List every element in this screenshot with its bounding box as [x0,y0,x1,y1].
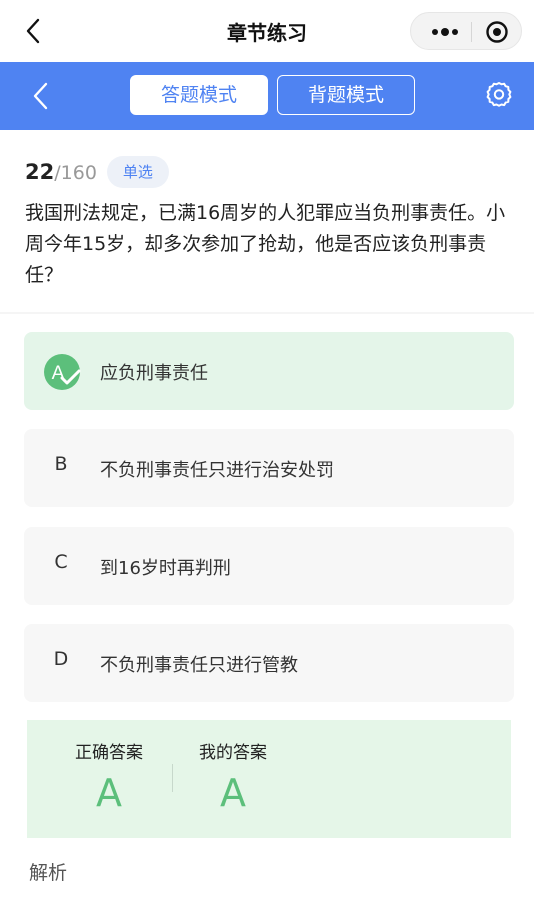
correct-answer-label: 正确答案 [75,743,143,763]
question-number: 22 [25,160,55,184]
answer-divider [172,764,173,792]
question-text: 我国刑法规定，已满16周岁的人犯罪应当负刑事责任。小周今年15岁，却多次参加了抢… [25,202,506,286]
question-total: /160 [54,162,97,184]
analysis-heading: 解析 [29,862,68,884]
correct-answer: 正确答案 A [71,738,147,815]
answer-panel: 正确答案 A 我的答案 A [27,720,511,838]
top-bar: 章节练习 [0,0,534,62]
question-header: 22/160 单选 [25,156,169,188]
option-letter: D [53,648,69,670]
tab-recite-mode[interactable]: 背题模式 [277,75,415,115]
option-c[interactable]: C 到16岁时再判刑 [24,527,514,605]
option-text: 到16岁时再判刑 [100,558,231,579]
my-answer: 我的答案 A [195,738,271,815]
capsule-menu [410,12,522,50]
option-text: 不负刑事责任只进行管教 [100,655,298,676]
gear-icon[interactable] [484,80,514,110]
my-answer-value: A [220,771,246,815]
option-a-letter: A [52,363,65,384]
option-letter: B [54,453,68,475]
correct-answer-value: A [96,771,122,815]
option-letter: C [54,551,68,573]
more-icon[interactable] [429,22,461,42]
correct-check-icon: A [44,354,81,390]
option-b[interactable]: B 不负刑事责任只进行治安处罚 [24,429,514,507]
capsule-divider [471,22,472,42]
my-answer-label: 我的答案 [199,743,267,763]
target-icon[interactable] [485,20,509,44]
option-d[interactable]: D 不负刑事责任只进行管教 [24,624,514,702]
tab-answer-mode[interactable]: 答题模式 [130,75,268,115]
option-text: 应负刑事责任 [100,363,208,384]
question-type-badge: 单选 [106,156,169,188]
option-a[interactable]: A 应负刑事责任 [24,332,514,410]
option-text: 不负刑事责任只进行治安处罚 [100,460,334,481]
divider [0,312,534,314]
back-icon[interactable] [28,78,54,114]
mode-bar: 答题模式 背题模式 [0,62,534,130]
